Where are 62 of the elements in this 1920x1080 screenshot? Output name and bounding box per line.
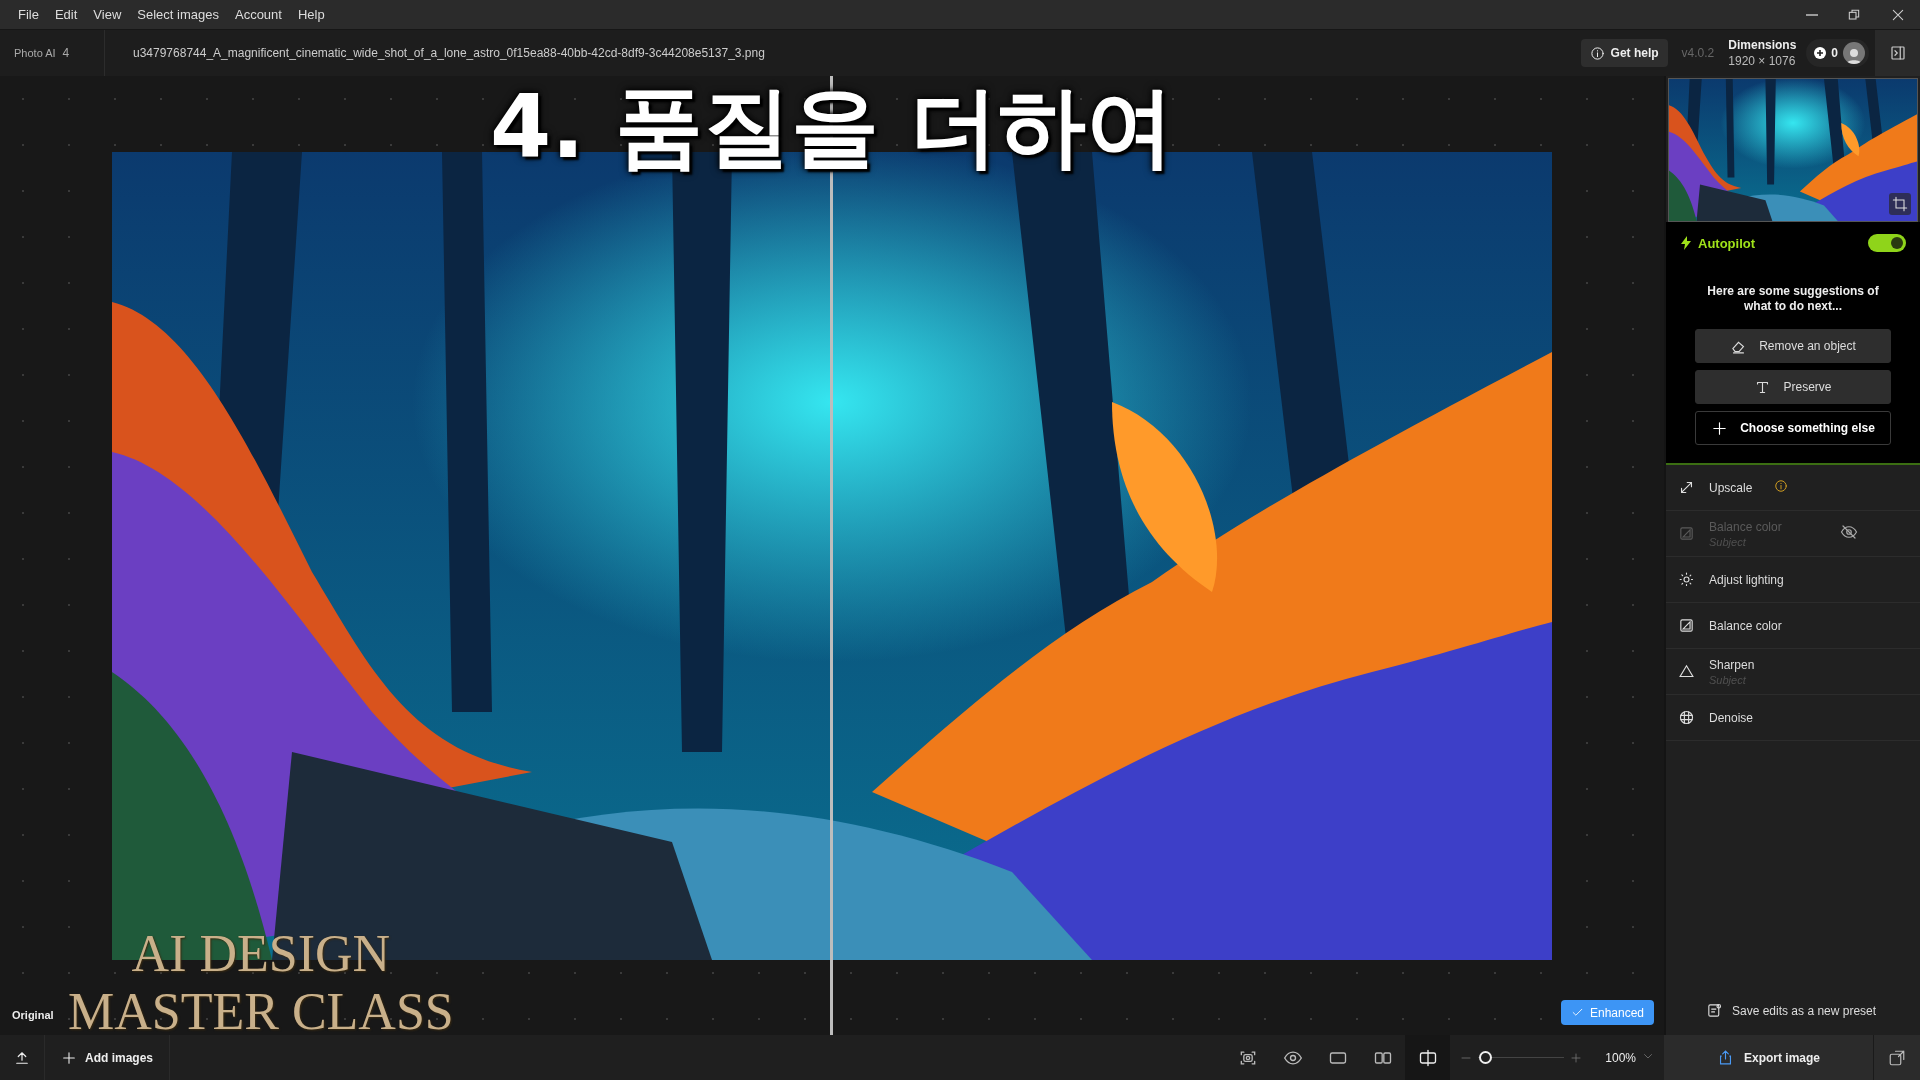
split-view-icon xyxy=(1417,1047,1438,1068)
plus-icon xyxy=(61,1049,77,1066)
dimensions-label: Dimensions xyxy=(1728,38,1797,52)
suggestion-button[interactable]: Preserve xyxy=(1695,370,1891,404)
share-icon xyxy=(1717,1049,1734,1066)
original-label: Original xyxy=(12,1009,54,1021)
autopilot-label: Autopilot xyxy=(1698,235,1756,251)
brand-overlay-text: AI DESIGN xyxy=(131,925,391,983)
crop-icon xyxy=(1892,196,1908,212)
save-preset-button[interactable]: Save edits as a new preset xyxy=(1666,1002,1920,1035)
tool-label: Upscale xyxy=(1709,480,1753,495)
suggestion-button[interactable]: Choose something else xyxy=(1695,411,1891,445)
tool-item[interactable]: Upscale xyxy=(1666,465,1920,511)
tool-label: Adjust lighting xyxy=(1709,572,1784,587)
menu-item[interactable]: View xyxy=(85,7,130,22)
tool-item[interactable]: Adjust lighting xyxy=(1666,557,1920,603)
eye-off-icon xyxy=(1840,523,1858,541)
add-images-button[interactable]: Add images xyxy=(45,1035,170,1080)
credit-count: 0 xyxy=(1831,46,1838,60)
square-diagonal-icon xyxy=(1678,617,1695,634)
dimensions-value: 1920 × 1076 xyxy=(1728,54,1797,68)
menu-item[interactable]: Select images xyxy=(129,7,227,22)
version-label: v4.0.2 xyxy=(1681,46,1715,60)
suggestion-message: Here are some suggestions of what to do next... xyxy=(1706,284,1880,314)
file-name: u3479768744_A_magnificent_cinematic_wide_shot_of_a_lone_astro_0f15ea88-40bb-42cd-8df9-3c44208e5137_3.png xyxy=(132,46,765,60)
check-icon xyxy=(1570,1006,1584,1019)
zoom-slider-thumb[interactable] xyxy=(1478,1051,1492,1064)
lightning-icon xyxy=(1680,236,1692,250)
panel-toggle[interactable] xyxy=(1875,30,1920,76)
tool-label: Balance color xyxy=(1709,519,1782,534)
tool-item[interactable]: Denoise xyxy=(1666,695,1920,741)
sidebar-icon xyxy=(1888,44,1907,62)
avatar[interactable] xyxy=(1843,42,1865,64)
plus-icon xyxy=(1570,1051,1582,1064)
preset-icon xyxy=(1706,1002,1723,1019)
triangle-icon xyxy=(1678,663,1695,680)
app-name: Photo AI xyxy=(14,47,56,59)
plus-icon xyxy=(1711,419,1729,437)
zoom-level[interactable]: 100% xyxy=(1596,1050,1636,1065)
autopilot-toggle[interactable] xyxy=(1868,234,1906,252)
tool-item[interactable]: Balance color xyxy=(1666,603,1920,649)
info-icon xyxy=(1589,45,1605,61)
tool-label: Sharpen xyxy=(1709,657,1755,672)
external-window-icon xyxy=(1888,1048,1906,1067)
tool-label: Denoise xyxy=(1709,710,1754,725)
menu-item[interactable]: File xyxy=(10,7,47,22)
tool-label: Balance color xyxy=(1709,618,1782,633)
grid-circle-icon xyxy=(1678,709,1695,726)
diagonal-arrows-icon xyxy=(1678,479,1695,496)
square-diagonal-icon xyxy=(1678,525,1695,542)
menu-item[interactable]: Account xyxy=(226,7,290,22)
help-button[interactable]: Get help xyxy=(1580,39,1668,67)
menu-item[interactable]: Edit xyxy=(46,7,86,22)
minimize-icon[interactable] xyxy=(1806,13,1818,16)
view-mode-button[interactable] xyxy=(1405,1035,1450,1080)
plus-circle-icon xyxy=(1814,47,1827,59)
image-count: 4 xyxy=(62,46,70,60)
menu-item[interactable]: Help xyxy=(289,7,333,22)
info-icon xyxy=(1774,479,1789,493)
suggestion-button[interactable]: Remove an object xyxy=(1695,329,1891,363)
brand-overlay-text: MASTER CLASS xyxy=(68,983,454,1035)
credits-pill[interactable]: 0 xyxy=(1806,39,1869,67)
